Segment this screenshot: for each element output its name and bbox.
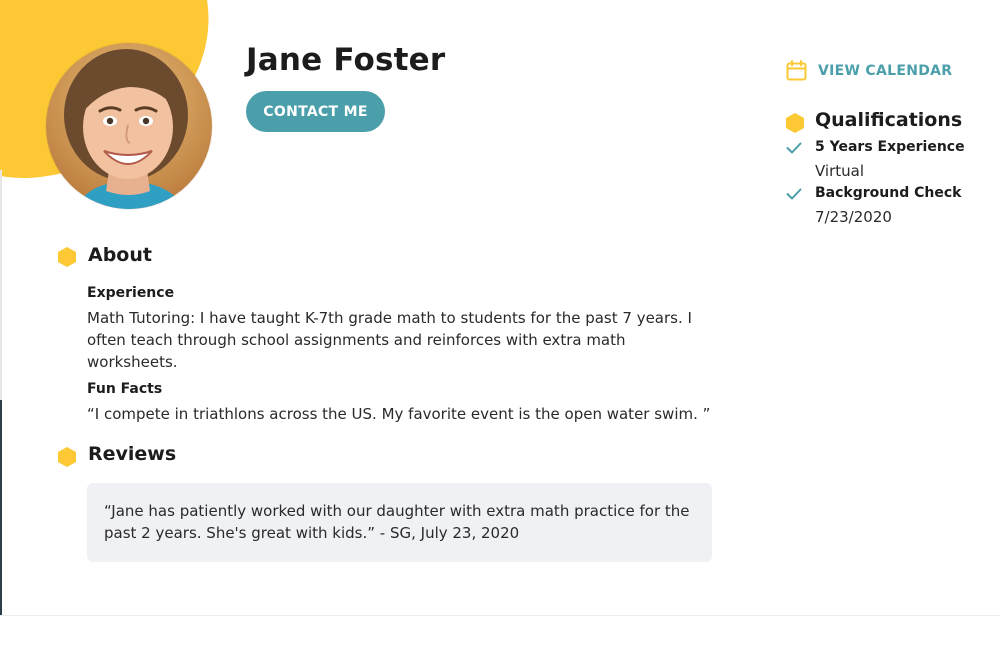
review-card: “Jane has patiently worked with our daug… xyxy=(87,483,712,562)
hexagon-bullet-icon xyxy=(786,113,804,133)
reviews-title: Reviews xyxy=(88,443,177,465)
hexagon-bullet-icon xyxy=(58,247,76,267)
avatar-photo xyxy=(46,43,212,209)
avatar xyxy=(46,43,212,209)
review-text: “Jane has patiently worked with our daug… xyxy=(104,502,690,542)
view-calendar-link[interactable]: VIEW CALENDAR xyxy=(786,60,952,81)
left-divider-dark xyxy=(0,400,2,615)
calendar-icon xyxy=(786,60,807,81)
qualification-label: Background Check xyxy=(815,185,962,201)
qualification-detail: 7/23/2020 xyxy=(815,208,892,226)
profile-name: Jane Foster xyxy=(246,42,446,78)
profile-card: Jane Foster CONTACT ME About Experience … xyxy=(0,0,1000,616)
profile-page: Jane Foster CONTACT ME About Experience … xyxy=(0,0,1000,667)
checkmark-icon xyxy=(786,188,802,200)
about-title: About xyxy=(88,244,152,266)
contact-me-button[interactable]: CONTACT ME xyxy=(246,91,385,132)
checkmark-icon xyxy=(786,142,802,154)
experience-heading: Experience xyxy=(87,285,175,301)
view-calendar-label: VIEW CALENDAR xyxy=(818,62,953,79)
left-divider xyxy=(0,170,2,400)
qualification-label: 5 Years Experience xyxy=(815,139,965,155)
hexagon-bullet-icon xyxy=(58,447,76,467)
qualifications-title: Qualifications xyxy=(815,109,963,131)
qualification-detail: Virtual xyxy=(815,162,865,180)
fun-facts-heading: Fun Facts xyxy=(87,381,163,397)
experience-text: Math Tutoring: I have taught K-7th grade… xyxy=(87,309,692,371)
fun-facts-text: “I compete in triathlons across the US. … xyxy=(87,405,711,423)
